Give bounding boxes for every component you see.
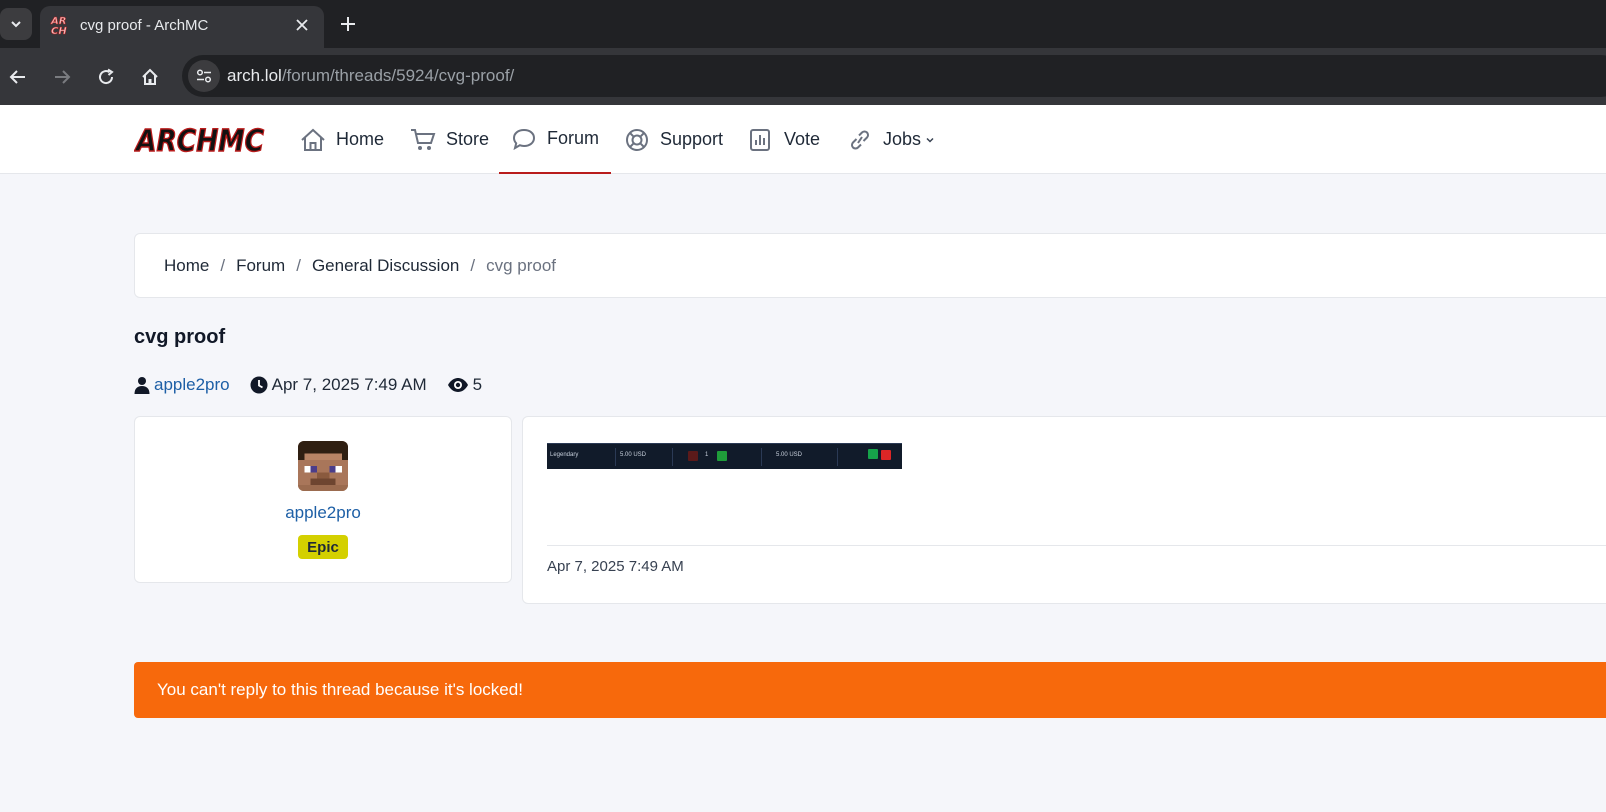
- author-link[interactable]: apple2pro: [154, 375, 230, 395]
- image-divider: [672, 448, 673, 466]
- home-button[interactable]: [135, 62, 165, 92]
- clock-icon: [250, 376, 268, 394]
- post-divider: [547, 545, 1606, 546]
- author-card: apple2pro Epic: [134, 416, 512, 583]
- breadcrumb: Home / Forum / General Discussion / cvg …: [134, 233, 1606, 298]
- browser-tab-strip: AR CH cvg proof - ArchMC: [0, 0, 1606, 48]
- archmc-favicon-icon: AR CH: [50, 16, 68, 36]
- nav-item-label: Vote: [784, 129, 821, 149]
- nav-item-store[interactable]: Store: [410, 105, 489, 174]
- link-icon: [850, 129, 870, 150]
- thread-meta: apple2pro Apr 7, 2025 7:49 AM 5: [134, 373, 502, 397]
- nav-item-support[interactable]: Support: [624, 105, 723, 174]
- breadcrumb-separator: /: [220, 255, 226, 275]
- arrow-left-icon: [9, 70, 25, 84]
- nav-item-home[interactable]: Home: [300, 105, 384, 174]
- arrow-right-icon: [55, 70, 71, 84]
- checkmark-icon: [868, 449, 878, 459]
- archmc-logo[interactable]: ARCHMC: [134, 123, 268, 157]
- image-total-text: 5.00 USD: [776, 452, 803, 458]
- post-date: Apr 7, 2025 7:49 AM: [547, 558, 684, 575]
- browser-tab[interactable]: AR CH cvg proof - ArchMC: [40, 6, 324, 48]
- attached-image[interactable]: Legendary 5.00 USD 1 5.00 USD: [547, 443, 902, 469]
- nav-item-label: Support: [660, 129, 724, 149]
- tune-icon: [196, 69, 212, 83]
- url-text: arch.lol/forum/threads/5924/cvg-proof/: [227, 66, 515, 85]
- address-bar[interactable]: arch.lol/forum/threads/5924/cvg-proof/: [182, 55, 1606, 97]
- nav-item-label: Home: [336, 129, 385, 149]
- image-divider: [761, 448, 762, 466]
- gift-icon: [881, 450, 891, 460]
- site-info-button[interactable]: [188, 60, 220, 92]
- rank-badge: Epic: [298, 535, 348, 559]
- breadcrumb-separator: /: [470, 255, 476, 275]
- cart-icon: [411, 128, 436, 150]
- svg-text:ARCHMC: ARCHMC: [134, 124, 264, 157]
- username-link[interactable]: apple2pro: [135, 503, 511, 523]
- reload-icon: [99, 68, 114, 85]
- breadcrumb-forum-link[interactable]: Forum: [236, 256, 285, 276]
- chevron-down-icon: [926, 137, 934, 143]
- avatar[interactable]: [298, 441, 348, 491]
- close-icon: [296, 19, 308, 31]
- eye-icon: [447, 378, 468, 392]
- plus-icon: [717, 451, 727, 461]
- thread-date: Apr 7, 2025 7:49 AM: [250, 375, 427, 395]
- thread-locked-message: You can't reply to this thread because i…: [157, 680, 523, 699]
- image-qty-text: 1: [705, 452, 709, 458]
- breadcrumb-category-link[interactable]: General Discussion: [312, 256, 459, 276]
- tab-close-button[interactable]: [290, 13, 314, 37]
- nav-item-label: Jobs: [883, 129, 922, 149]
- home-icon: [301, 128, 325, 151]
- thread-locked-alert: You can't reply to this thread because i…: [134, 662, 1606, 718]
- forward-button[interactable]: [47, 62, 77, 92]
- image-divider: [615, 448, 616, 466]
- back-button[interactable]: [3, 62, 33, 92]
- breadcrumb-separator: /: [296, 255, 301, 275]
- nav-item-label: Forum: [546, 128, 599, 148]
- thread-views: 5: [447, 375, 482, 395]
- chevron-down-icon: [11, 21, 21, 28]
- site-navigation: ARCHMC Home Store Forum Support Vote Job…: [0, 105, 1606, 174]
- browser-toolbar: arch.lol/forum/threads/5924/cvg-proof/: [0, 48, 1606, 105]
- image-price-text: 5.00 USD: [620, 452, 647, 458]
- thread-author: apple2pro: [134, 375, 230, 395]
- svg-text:CH: CH: [51, 26, 67, 36]
- nav-item-label: Store: [446, 129, 490, 149]
- thread-date-text: Apr 7, 2025 7:49 AM: [271, 375, 427, 394]
- user-icon: [134, 377, 150, 394]
- nav-item-vote[interactable]: Vote: [748, 105, 820, 174]
- breadcrumb-current: cvg proof: [486, 255, 557, 275]
- tab-search-button[interactable]: [0, 8, 32, 40]
- breadcrumb-home-link[interactable]: Home: [164, 256, 209, 276]
- home-icon: [142, 68, 158, 85]
- tab-title: cvg proof - ArchMC: [80, 17, 209, 34]
- plus-icon: [341, 17, 355, 31]
- nav-item-jobs[interactable]: Jobs: [847, 105, 935, 174]
- post-body: Legendary 5.00 USD 1 5.00 USD Apr 7, 202…: [522, 416, 1606, 604]
- chat-bubble-icon: [512, 128, 535, 150]
- image-divider: [837, 448, 838, 466]
- thread-title: cvg proof: [134, 326, 226, 348]
- image-item-text: Legendary: [550, 452, 579, 458]
- reload-button[interactable]: [91, 62, 121, 92]
- new-tab-button[interactable]: [334, 10, 362, 38]
- nav-item-forum[interactable]: Forum: [499, 105, 611, 174]
- minus-icon: [688, 451, 698, 461]
- bar-chart-icon: [750, 128, 770, 151]
- thread-views-count: 5: [472, 375, 483, 394]
- lifebuoy-icon: [626, 128, 648, 151]
